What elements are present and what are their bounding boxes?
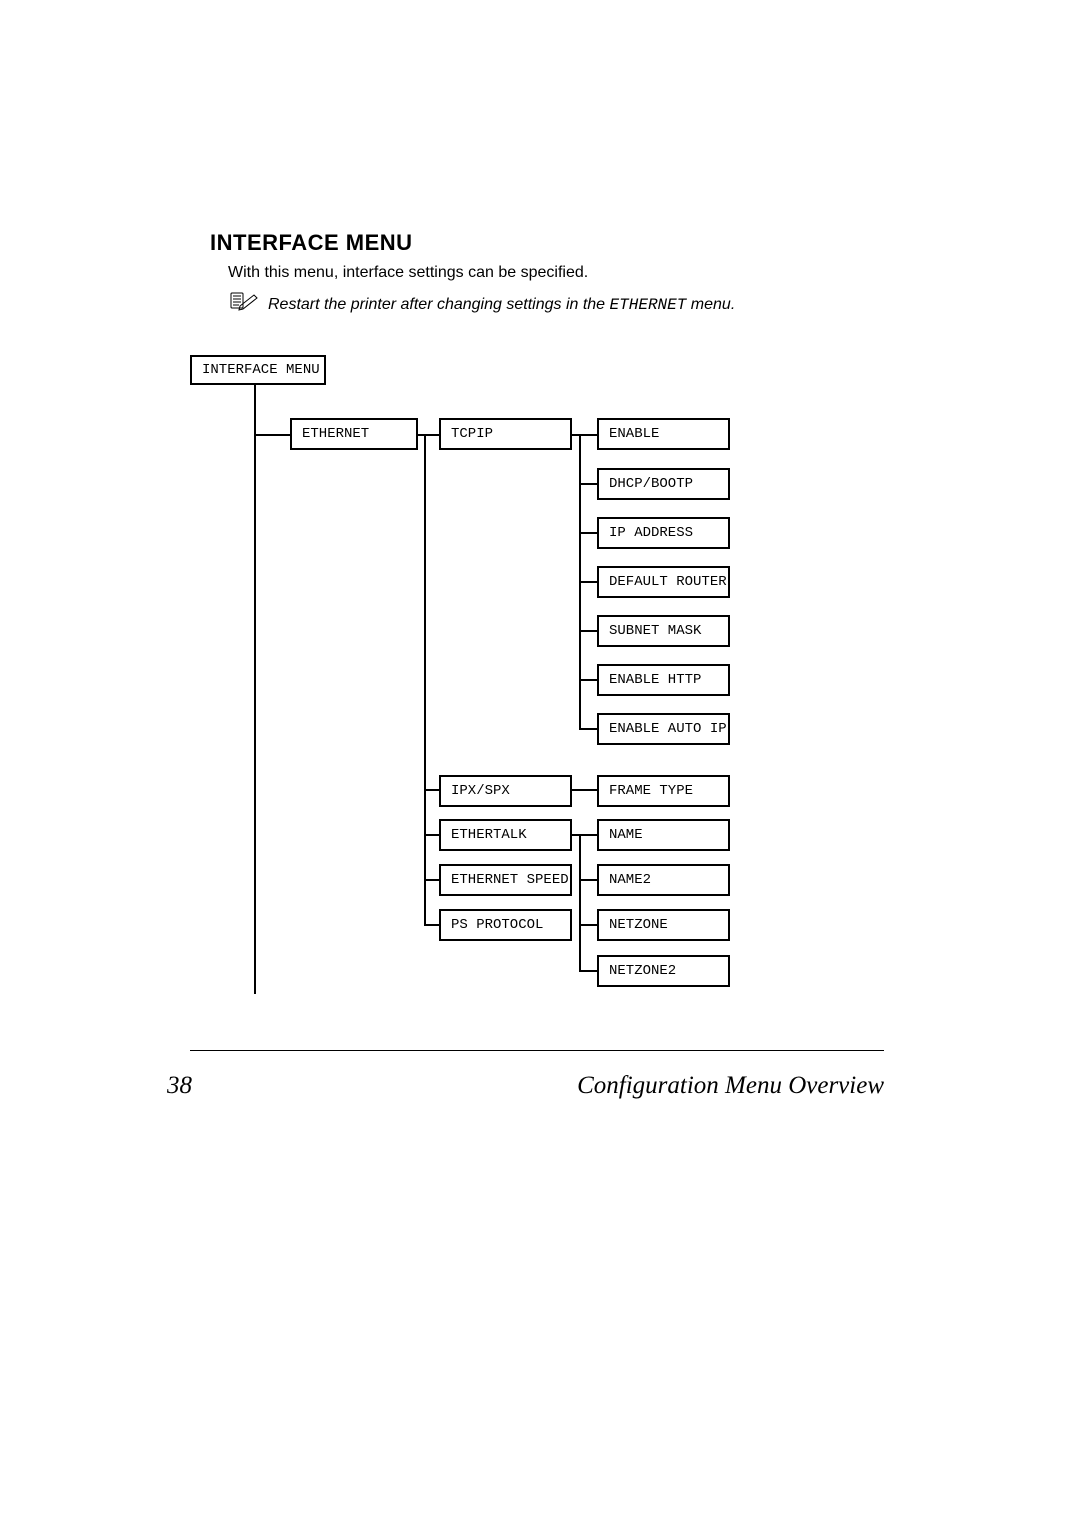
section-heading: INTERFACE MENU (210, 230, 413, 256)
connector-h (579, 581, 597, 583)
connector-h (572, 834, 597, 836)
menu-frame-box: FRAME TYPE (597, 775, 730, 807)
note-text: Restart the printer after changing setti… (268, 296, 735, 314)
connector-h (579, 630, 597, 632)
menu-subnet-box: SUBNET MASK (597, 615, 730, 647)
connector-h (424, 924, 439, 926)
menu-dhcp-box: DHCP/BOOTP (597, 468, 730, 500)
menu-speed-box: ETHERNET SPEED (439, 864, 572, 896)
connector-h (424, 789, 439, 791)
menu-ps-box: PS PROTOCOL (439, 909, 572, 941)
menu-name2-box: NAME2 (597, 864, 730, 896)
connector-h (418, 434, 439, 436)
connector-h (572, 434, 597, 436)
menu-router-box: DEFAULT ROUTER (597, 566, 730, 598)
connector-h (579, 879, 597, 881)
menu-http-box: ENABLE HTTP (597, 664, 730, 696)
connector-h (579, 532, 597, 534)
connector-h (579, 679, 597, 681)
connector-h (579, 728, 597, 730)
menu-ethernet-box: ETHERNET (290, 418, 418, 450)
connector-v (254, 385, 256, 994)
connector-h (579, 970, 597, 972)
footer-rule (190, 1050, 884, 1051)
page-number: 38 (167, 1072, 192, 1100)
connector-h (254, 434, 290, 436)
intro-text: With this menu, interface settings can b… (228, 264, 588, 282)
note-prefix: Restart the printer after changing setti… (268, 296, 610, 313)
note-icon (228, 291, 258, 311)
connector-h (572, 789, 597, 791)
menu-ip-box: IP ADDRESS (597, 517, 730, 549)
menu-root-box: INTERFACE MENU (190, 355, 326, 385)
menu-name-box: NAME (597, 819, 730, 851)
connector-h (579, 924, 597, 926)
connector-v (579, 834, 581, 971)
connector-h (424, 879, 439, 881)
menu-netzone-box: NETZONE (597, 909, 730, 941)
menu-ethertalk-box: ETHERTALK (439, 819, 572, 851)
connector-h (579, 483, 597, 485)
menu-ipxspx-box: IPX/SPX (439, 775, 572, 807)
note-suffix: menu. (686, 296, 735, 313)
menu-netzone2-box: NETZONE2 (597, 955, 730, 987)
footer-title: Configuration Menu Overview (577, 1072, 884, 1100)
connector-v (424, 434, 426, 925)
menu-enable-box: ENABLE (597, 418, 730, 450)
note-mono: ETHERNET (610, 296, 687, 314)
connector-h (424, 834, 439, 836)
menu-tcpip-box: TCPIP (439, 418, 572, 450)
menu-autoip-box: ENABLE AUTO IP (597, 713, 730, 745)
page: INTERFACE MENU With this menu, interface… (0, 0, 1080, 1527)
